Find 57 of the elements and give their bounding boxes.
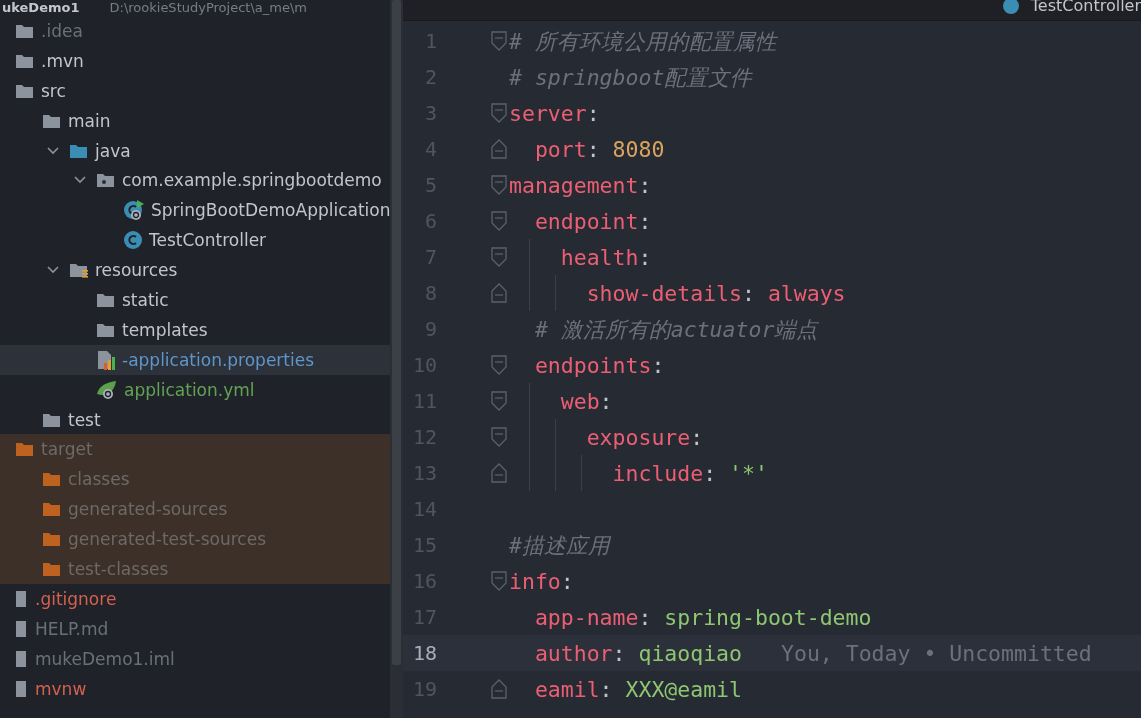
fold-icon[interactable]	[491, 175, 507, 195]
code-line: management:	[509, 172, 652, 198]
code-line: include: '*'	[611, 460, 768, 486]
blame-annotation: You, Today • Uncommitted	[781, 640, 1092, 666]
unfold-end-icon[interactable]	[491, 679, 507, 699]
tree-item-label[interactable]: mvnw	[35, 678, 87, 699]
code-line: server:	[509, 100, 600, 126]
tree-row-highlight[interactable]: -application.properties	[0, 344, 390, 375]
tree-item-label[interactable]: test	[68, 409, 101, 430]
code-line: web:	[559, 388, 613, 414]
tree-item-label[interactable]: -application.properties	[122, 349, 315, 370]
tree-item-label[interactable]: main	[68, 110, 111, 131]
code-comment: # 所有环境公用的配置属性	[509, 27, 777, 56]
tree-item-label[interactable]: java	[95, 140, 131, 161]
tree-item-label[interactable]: HELP.md	[35, 618, 109, 639]
unfold-end-icon[interactable]	[491, 139, 507, 159]
code-line: app-name: spring-boot-demo	[533, 604, 872, 630]
scrollbar[interactable]	[390, 0, 403, 718]
code-line: info:	[509, 568, 574, 594]
code-comment: # 激活所有的actuator端点	[533, 315, 819, 344]
fold-icon[interactable]	[491, 355, 507, 375]
code-line: author: qiaoqiao	[533, 640, 742, 666]
line-number: 18	[411, 641, 437, 665]
tree-item-label[interactable]: templates	[122, 319, 208, 340]
project-name: ukeDemo1	[2, 0, 80, 15]
tree-item-label[interactable]: com.example.springbootdemo	[122, 170, 382, 191]
code-line: exposure:	[585, 424, 704, 450]
tree-item-label[interactable]: .idea	[41, 20, 83, 41]
fold-icon[interactable]	[491, 427, 507, 447]
code-comment: # springboot配置文件	[509, 63, 753, 92]
tree-item-label[interactable]: .mvn	[41, 50, 84, 71]
code-line: show-details: always	[585, 280, 846, 306]
tree-item-label[interactable]: TestController	[149, 230, 267, 251]
fold-icon[interactable]	[491, 391, 507, 411]
unfold-end-icon[interactable]	[491, 463, 507, 483]
fold-icon[interactable]	[491, 103, 507, 123]
tree-row[interactable]: application.yml	[0, 374, 390, 405]
code-line: health:	[559, 244, 652, 270]
class-icon	[1002, 0, 1019, 14]
project-path: D:\rookieStudyProject\a_me\m	[109, 0, 307, 15]
fold-icon[interactable]	[491, 31, 507, 51]
code-line: port: 8080	[533, 136, 665, 162]
fold-icon[interactable]	[491, 571, 507, 591]
tree-item-label[interactable]: SpringBootDemoApplication	[151, 200, 390, 221]
tree-item-label[interactable]: application.yml	[124, 379, 255, 400]
tree-item-label[interactable]: src	[41, 80, 66, 101]
unfold-end-icon[interactable]	[491, 283, 507, 303]
tree-item-label[interactable]: mukeDemo1.iml	[35, 648, 175, 669]
code-comment: #描述应用	[509, 531, 610, 560]
code-line: endpoint:	[533, 208, 652, 234]
fold-icon[interactable]	[491, 247, 507, 267]
code-line: endpoints:	[533, 352, 665, 378]
tree-item-label[interactable]: .gitignore	[35, 588, 117, 609]
fold-icon[interactable]	[491, 211, 507, 231]
tree-item-label[interactable]: static	[122, 289, 169, 310]
code-line: eamil: XXX@eamil	[533, 676, 742, 702]
tree-item-label[interactable]: resources	[95, 260, 178, 281]
